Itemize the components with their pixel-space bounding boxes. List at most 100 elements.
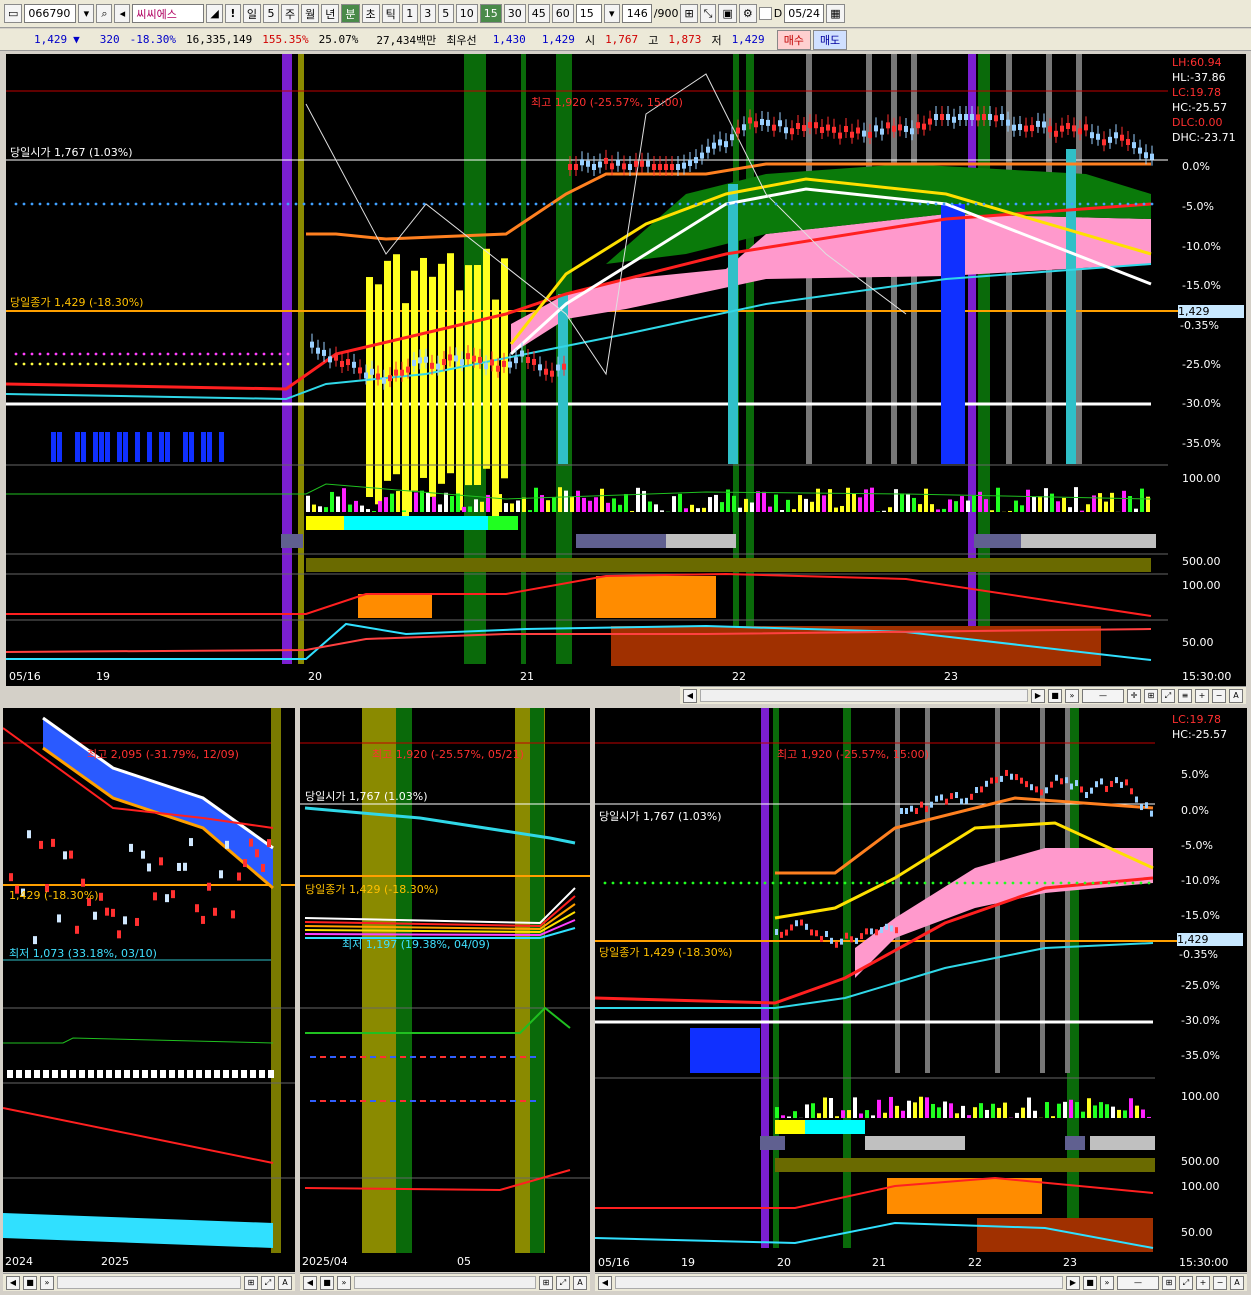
sell-button[interactable]: 매도 [812,29,848,50]
stock-name-field[interactable]: 씨씨에스 [132,4,205,23]
period-second[interactable]: 초 [361,4,380,23]
signal-dot [854,202,858,206]
interval-60[interactable]: 60 [551,4,574,23]
zoom-out-icon[interactable]: − [1212,688,1226,703]
stop-icon[interactable]: ■ [1083,1275,1097,1290]
period-tick[interactable]: 틱 [381,4,400,23]
grid-icon[interactable]: ⊞ [539,1275,553,1290]
fast-forward-icon[interactable]: » [1100,1275,1114,1290]
scroll-track[interactable] [57,1276,241,1289]
period-day[interactable]: 일 [242,4,261,23]
trendline-icon[interactable]: ⤢ [261,1275,275,1290]
crosshair-icon[interactable]: ✛ [1127,688,1141,703]
zoom-in-icon[interactable]: + [1195,688,1209,703]
period-5day[interactable]: 5 [263,4,279,23]
signal-dot [1070,202,1074,206]
interval-45[interactable]: 45 [527,4,550,23]
zoom-out-icon[interactable]: − [1213,1275,1227,1290]
bottom-mid-chart-panel[interactable]: 최고 1,920 (-25.57%, 05/21) 당일시가 1,767 (1.… [300,708,590,1272]
zoom-in-icon[interactable]: + [1196,1275,1210,1290]
grid-icon[interactable]: ⊞ [244,1275,258,1290]
bl-scroll-bar[interactable]: ◀ ■ » ⊞ ⤢ A [3,1273,295,1291]
interval-10[interactable]: 10 [455,4,478,23]
save-icon[interactable]: ▣ [718,4,737,23]
grid-icon[interactable]: ⊞ [680,4,698,23]
data-count-input[interactable]: 146 [621,4,652,23]
trendline-icon[interactable]: ⤢ [1179,1275,1193,1290]
alert-icon[interactable]: ! [224,4,241,23]
bottom-left-chart-panel[interactable]: 최고 2,095 (-31.79%, 12/09) 1,429 (-18.30%… [3,708,295,1272]
buy-button[interactable]: 매수 [776,29,811,50]
scroll-track[interactable] [354,1276,536,1289]
fast-forward-icon[interactable]: » [1065,688,1079,703]
scroll-right-icon[interactable]: ▶ [1066,1275,1080,1290]
interval-dropdown-icon[interactable]: ▾ [603,4,620,23]
interval-1[interactable]: 1 [401,4,418,23]
volume-bar [462,506,466,512]
volume-bar [320,1100,326,1102]
volume-bar [310,1056,316,1058]
window-icon[interactable]: ▭ [4,4,23,23]
br-scroll-bar[interactable]: ◀ ▶ ■ » — ⊞ ⤢ + − A [595,1273,1247,1291]
period-month[interactable]: 월 [301,4,320,23]
period-minute[interactable]: 분 [341,4,360,23]
line-tool-icon[interactable]: ⤡ [699,4,717,23]
zoom-slider[interactable]: — [1117,1275,1159,1290]
trendline-icon[interactable]: ⤢ [556,1275,570,1290]
candle-body [472,355,476,362]
signal-dot [118,202,122,206]
volume-bar [768,506,772,512]
text-tool-icon[interactable]: A [573,1275,587,1290]
grid-icon[interactable]: ⊞ [1162,1275,1176,1290]
fast-forward-icon[interactable]: » [337,1275,351,1290]
main-scroll-bar[interactable]: ◀ ▶ ■ » — ✛ ⊞ ⤢ ≡ + − A [680,686,1246,704]
stop-icon[interactable]: ■ [1048,688,1062,703]
interval-30[interactable]: 30 [503,4,526,23]
scroll-left-icon[interactable]: ◀ [303,1275,317,1290]
bm-scroll-bar[interactable]: ◀ ■ » ⊞ ⤢ A [300,1273,590,1291]
date-input[interactable]: 05/24 [784,4,825,23]
volume-bar [1003,1102,1007,1118]
scroll-track[interactable] [615,1276,1063,1289]
volume-bar [456,493,460,512]
main-sub2-tick: 500.00 [1182,555,1221,568]
stock-code-input[interactable]: 066790 [24,4,77,23]
main-chart-canvas[interactable] [6,54,1246,668]
code-dropdown-icon[interactable]: ▾ [78,4,95,23]
interval-15[interactable]: 15 [479,4,502,23]
search-icon[interactable]: ⌕ [96,4,113,23]
zoom-slider[interactable]: — [1082,688,1124,703]
fast-forward-icon[interactable]: » [40,1275,54,1290]
scroll-left-icon[interactable]: ◀ [598,1275,612,1290]
bottom-right-chart-panel[interactable]: LC:19.78 HC:-25.57 5.0% 0.0% -5.0% -10.0% -15… [595,708,1247,1272]
bottom-right-canvas[interactable] [595,708,1247,1272]
stop-icon[interactable]: ■ [23,1275,37,1290]
scroll-left-icon[interactable]: ◀ [6,1275,20,1290]
volume-bar [865,1110,869,1118]
period-week[interactable]: 주 [281,4,300,23]
text-tool-icon[interactable]: A [1230,1275,1244,1290]
volume-bar [594,497,598,512]
text-tool-icon[interactable]: A [278,1275,292,1290]
scroll-right-icon[interactable]: ▶ [1031,688,1045,703]
date-checkbox[interactable] [758,7,772,20]
percent-tick: -30.0% [1182,397,1221,410]
period-year[interactable]: 년 [321,4,340,23]
interval-3[interactable]: 3 [419,4,436,23]
trendline-icon[interactable]: ⤢ [1161,688,1175,703]
candle-body [870,928,873,935]
fibonacci-icon[interactable]: ≡ [1178,688,1192,703]
grid-icon[interactable]: ⊞ [1144,688,1158,703]
speaker-icon[interactable]: ◂ [114,4,131,23]
name-dropdown-icon[interactable]: ◢ [206,4,223,23]
interval-5[interactable]: 5 [437,4,454,23]
stop-icon[interactable]: ■ [320,1275,334,1290]
bottom-left-canvas[interactable] [3,708,295,1272]
scroll-left-icon[interactable]: ◀ [683,688,697,703]
main-chart-panel[interactable]: LH:60.94 HL:-37.86 LC:19.78 HC:-25.57 DLC:0.… [6,54,1246,668]
interval-input[interactable]: 15 [575,4,602,23]
text-tool-icon[interactable]: A [1229,688,1243,703]
scroll-track[interactable] [700,689,1028,702]
settings-gear-icon[interactable]: ⚙ [738,4,757,23]
calendar-icon[interactable]: ▦ [826,4,845,23]
